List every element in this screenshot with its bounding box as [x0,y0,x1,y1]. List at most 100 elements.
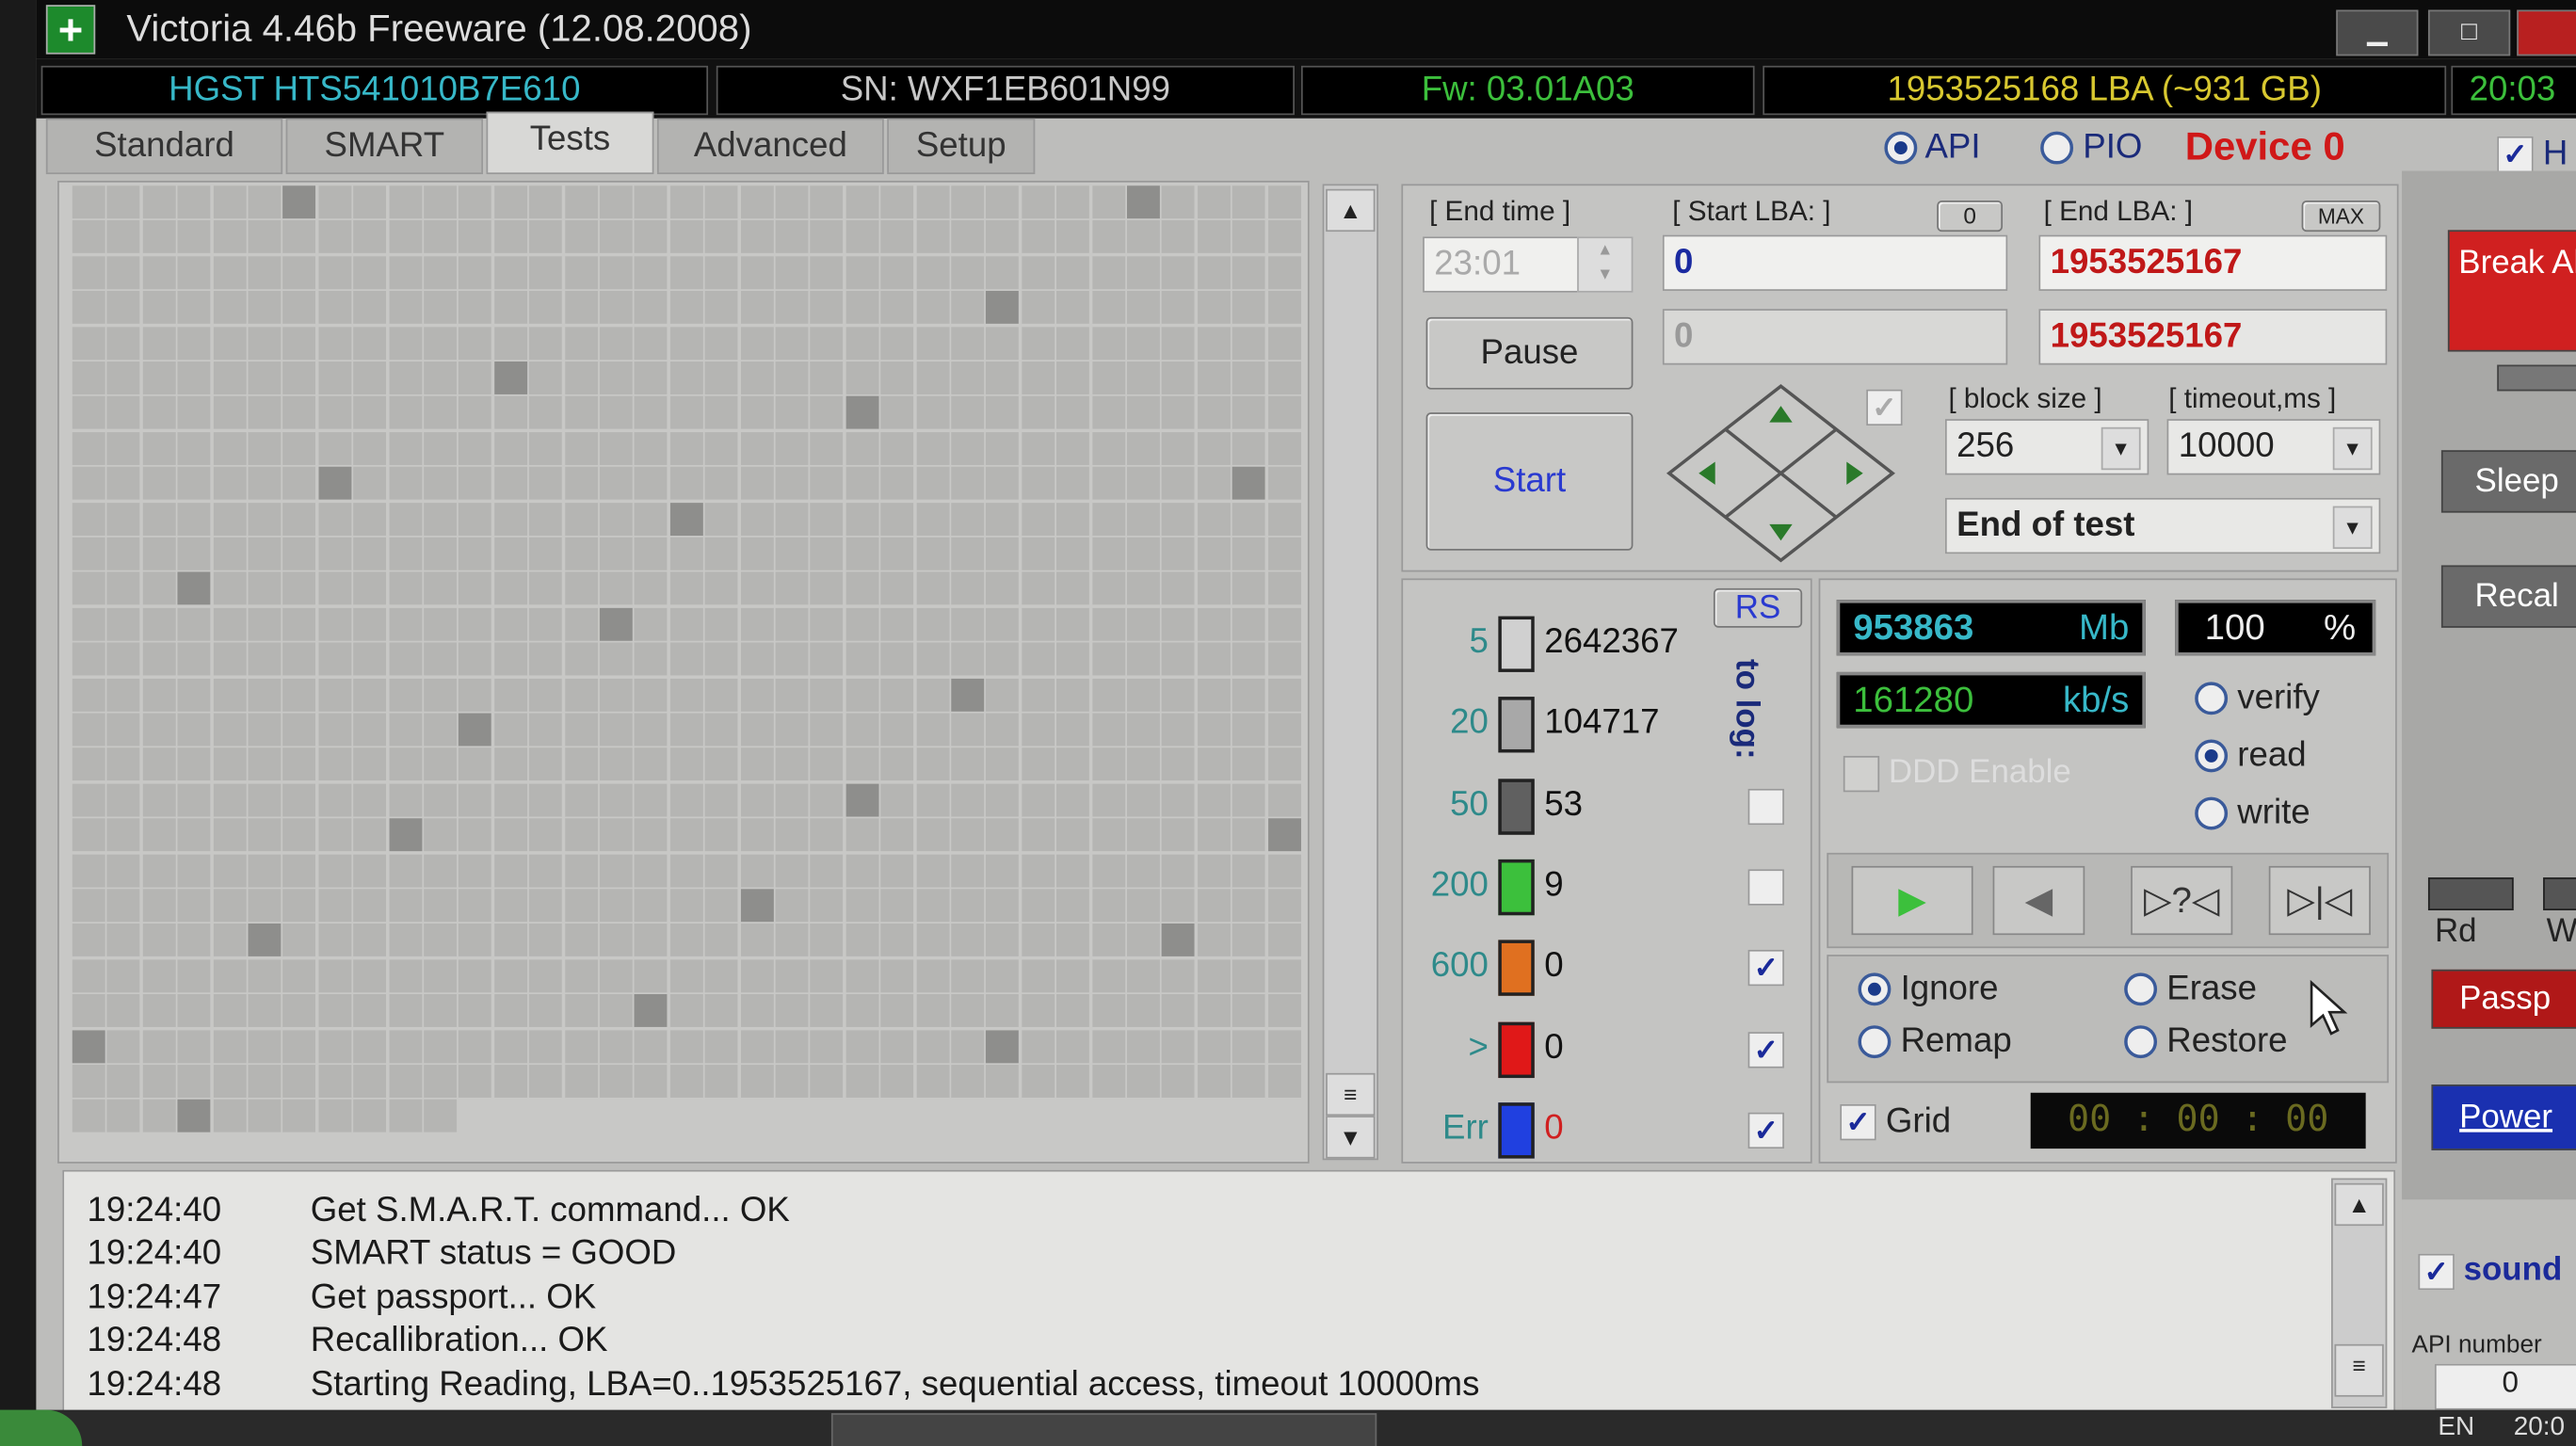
scan-block [1091,924,1125,957]
recal-button[interactable]: Recal [2440,565,2576,628]
scan-block [529,1029,563,1063]
close-button[interactable] [2517,9,2576,56]
tab-tests[interactable]: Tests [486,111,654,175]
max-lba-button[interactable]: MAX [2301,200,2381,233]
scan-block [599,713,633,747]
scan-block [880,607,914,641]
log-checkbox[interactable]: ✓ [1747,950,1784,987]
scroll-thumb[interactable]: ≡ [1326,1072,1376,1117]
log-scroll-up[interactable]: ▲ [2334,1182,2384,1227]
unknown-seek-button[interactable]: ▷?◁ [2131,865,2233,936]
scan-mode-verify[interactable]: verify [2195,679,2320,718]
scan-block [459,959,492,992]
scan-block [529,783,563,817]
sleep-button[interactable]: Sleep [2440,450,2576,513]
scan-block [1091,185,1125,219]
error-action-erase[interactable]: Erase [2124,970,2257,1009]
scroll-down-button[interactable]: ▼ [1326,1116,1376,1159]
tab-setup[interactable]: Setup [887,118,1036,175]
scan-mode-read[interactable]: read [2195,736,2307,776]
api-number-input[interactable]: 0 [2434,1363,2576,1410]
end-lba-input[interactable]: 1953525167 [2038,234,2388,291]
tab-standard[interactable]: Standard [45,118,283,175]
start-button[interactable]: Start [1425,412,1634,551]
scroll-up-button[interactable]: ▲ [1326,188,1376,233]
direction-pad[interactable] [1666,383,1895,564]
scan-block [529,537,563,570]
scan-block [248,642,282,676]
scan-block [845,291,879,325]
power-button[interactable]: Power [2431,1084,2576,1150]
scan-block [142,889,176,923]
error-action-remap[interactable]: Remap [1858,1022,2012,1062]
scan-block [177,431,211,465]
language-indicator[interactable]: EN [2438,1413,2474,1442]
scan-block [704,396,738,430]
scan-block [424,572,458,606]
scan-block [1162,537,1196,570]
start-lba-input[interactable]: 0 [1662,234,2008,291]
scan-block [564,889,598,923]
scan-block [564,747,598,781]
play-button[interactable]: ▶ [1851,865,1973,936]
scan-block [704,994,738,1028]
scan-block [915,924,949,957]
end-time-spinner[interactable]: ▲ ▼ [1577,236,1634,293]
api-radio[interactable]: API [1884,128,1981,168]
log-checkbox[interactable] [1747,869,1784,906]
tab-smart[interactable]: SMART [285,118,484,175]
passport-button[interactable]: Passp [2431,969,2576,1029]
log-entry: 19:24:40 Get S.M.A.R.T. command... OK [87,1191,789,1230]
end-button[interactable]: ▷|◁ [2268,865,2371,936]
scan-block [635,818,668,852]
end-of-test-select[interactable]: End of test ▼ [1944,497,2381,554]
pause-button[interactable]: Pause [1425,316,1634,390]
scan-block [493,783,527,817]
sound-checkbox[interactable]: ✓ sound [2418,1252,2562,1290]
log-scroll-thumb[interactable]: ≡ [2334,1343,2384,1397]
log-checkbox[interactable] [1747,788,1784,825]
end-time-input[interactable]: 23:01 [1423,236,1585,293]
log-checkbox[interactable]: ✓ [1747,1031,1784,1068]
scan-block [1021,185,1055,219]
scan-block [951,889,985,923]
scan-mode-write[interactable]: write [2195,794,2310,833]
log-scrollbar[interactable]: ▲ ≡ [2331,1178,2388,1408]
scan-block [1056,1029,1090,1063]
scan-block [248,537,282,570]
scan-block [248,220,282,254]
rewind-button[interactable]: ◀ [1992,865,2085,936]
scan-block [72,607,105,641]
scan-block [1021,678,1055,712]
scan-block [740,818,774,852]
block-size-select[interactable]: 256 ▼ [1944,419,2149,475]
scan-block [599,607,633,641]
pio-radio[interactable]: PIO [2040,128,2142,168]
break-all-button[interactable]: Break All [2447,230,2576,352]
direction-checkbox[interactable]: ✓ [1866,389,1903,426]
timeout-select[interactable]: 10000 ▼ [2166,419,2381,475]
error-action-ignore[interactable]: Ignore [1858,970,1998,1009]
scan-block [318,607,352,641]
start-orb-icon[interactable] [0,1409,83,1446]
taskbar-victoria-item[interactable] [830,1413,1377,1446]
scan-block [213,572,247,606]
log-checkbox[interactable]: ✓ [1747,1112,1784,1149]
device-label[interactable]: Device 0 [2185,125,2345,171]
minimize-button[interactable]: ▁ [2336,9,2419,56]
error-action-restore[interactable]: Restore [2124,1022,2288,1062]
legend-swatch [1498,616,1535,672]
zero-lba-button[interactable]: 0 [1937,200,2004,233]
scan-block [1127,642,1160,676]
maximize-button[interactable]: □ [2427,9,2511,56]
ddd-enable-checkbox[interactable]: DDD Enable [1843,754,2071,792]
block-size-value: 256 [1956,426,2015,465]
scan-block [529,994,563,1028]
grid-scrollbar[interactable]: ▲ ≡ ▼ [1322,184,1378,1161]
scan-block [493,678,527,712]
grid-checkbox[interactable]: ✓ Grid [1840,1102,1951,1142]
tab-advanced[interactable]: Advanced [656,118,884,175]
h-checkbox[interactable]: ✓ H [2497,135,2568,174]
volume-slider[interactable] [2497,364,2576,392]
scan-block [1091,678,1125,712]
